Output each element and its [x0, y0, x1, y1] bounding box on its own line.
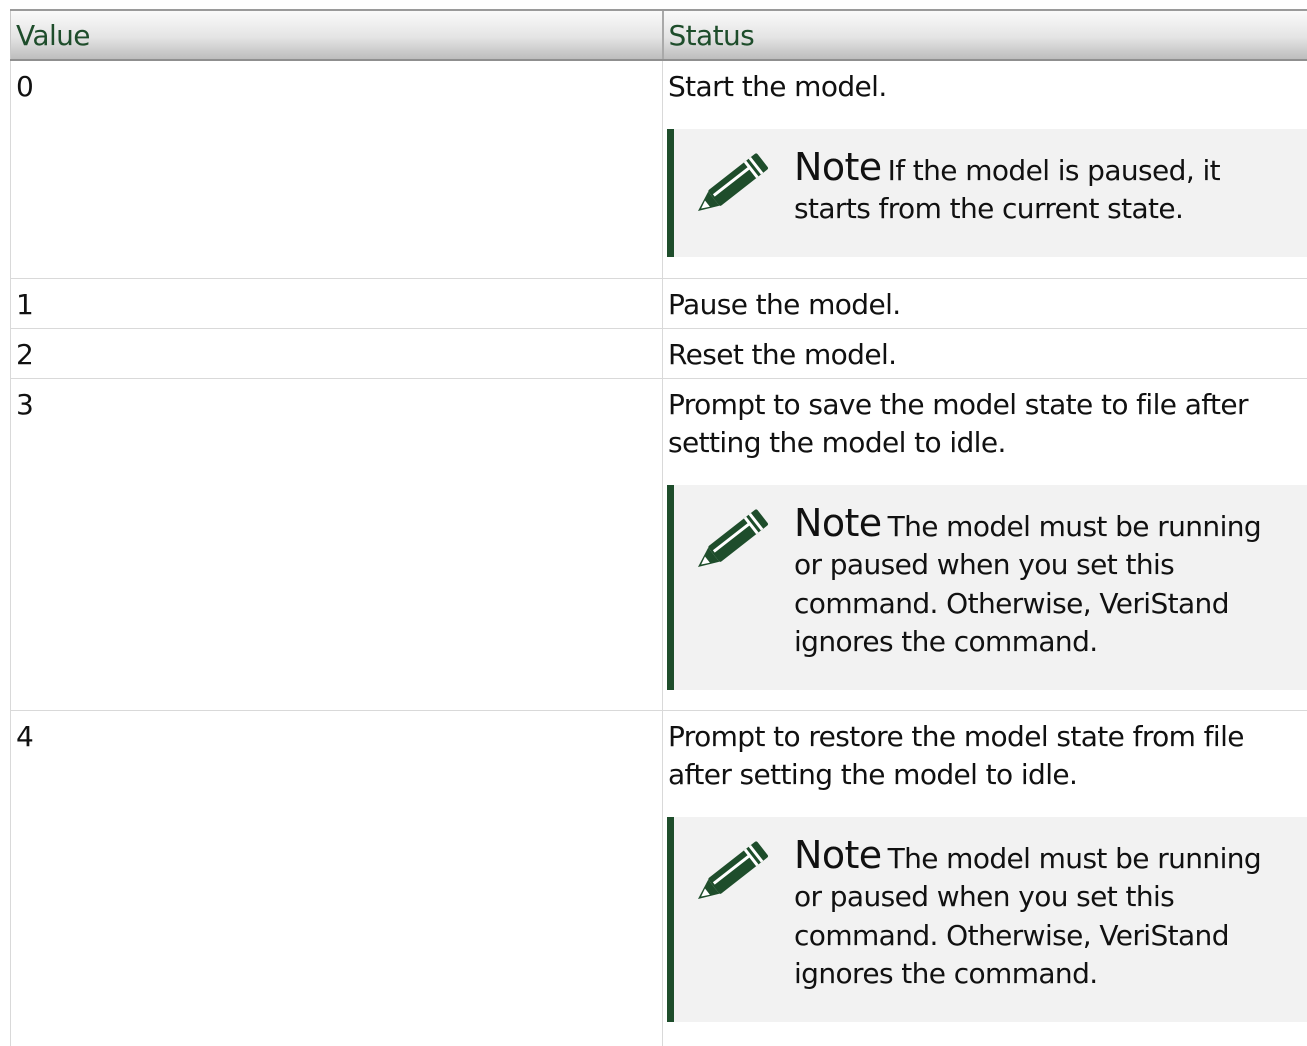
- note-box: NoteThe model must be running or paused …: [667, 485, 1307, 690]
- status-text: Prompt to save the model state to file a…: [668, 386, 1307, 463]
- status-cell: Pause the model.: [663, 278, 1307, 328]
- note-label: Note: [794, 501, 882, 545]
- value-cell: 1: [11, 278, 663, 328]
- header-status: Status: [663, 10, 1307, 60]
- table-row: 3 Prompt to save the model state to file…: [11, 378, 1307, 710]
- note-text-block: NoteThe model must be running or paused …: [794, 836, 1287, 994]
- note-text-block: NoteIf the model is paused, it starts fr…: [794, 148, 1287, 229]
- table-row: 0 Start the model.: [11, 60, 1307, 278]
- status-cell: Prompt to save the model state to file a…: [663, 378, 1307, 710]
- header-value: Value: [11, 10, 663, 60]
- note-label: Note: [794, 833, 882, 877]
- note-label: Note: [794, 145, 882, 189]
- status-cell: Prompt to restore the model state from f…: [663, 710, 1307, 1046]
- status-cell: Reset the model.: [663, 328, 1307, 378]
- table-row: 2 Reset the model.: [11, 328, 1307, 378]
- pencil-icon: [690, 495, 780, 575]
- value-cell: 0: [11, 60, 663, 278]
- note-text-block: NoteThe model must be running or paused …: [794, 504, 1287, 662]
- table-header-row: Value Status: [11, 10, 1307, 60]
- table-row: 1 Pause the model.: [11, 278, 1307, 328]
- status-text: Prompt to restore the model state from f…: [668, 718, 1307, 795]
- table-row: 4 Prompt to restore the model state from…: [11, 710, 1307, 1046]
- note-box: NoteThe model must be running or paused …: [667, 817, 1307, 1022]
- value-status-table: Value Status 0 Start the model.: [10, 9, 1307, 1046]
- value-cell: 3: [11, 378, 663, 710]
- pencil-icon: [690, 827, 780, 907]
- value-cell: 2: [11, 328, 663, 378]
- note-box: NoteIf the model is paused, it starts fr…: [667, 129, 1307, 257]
- value-cell: 4: [11, 710, 663, 1046]
- pencil-icon: [690, 139, 780, 219]
- status-cell: Start the model. NoteIf the mo: [663, 60, 1307, 278]
- status-text: Start the model.: [668, 68, 1307, 107]
